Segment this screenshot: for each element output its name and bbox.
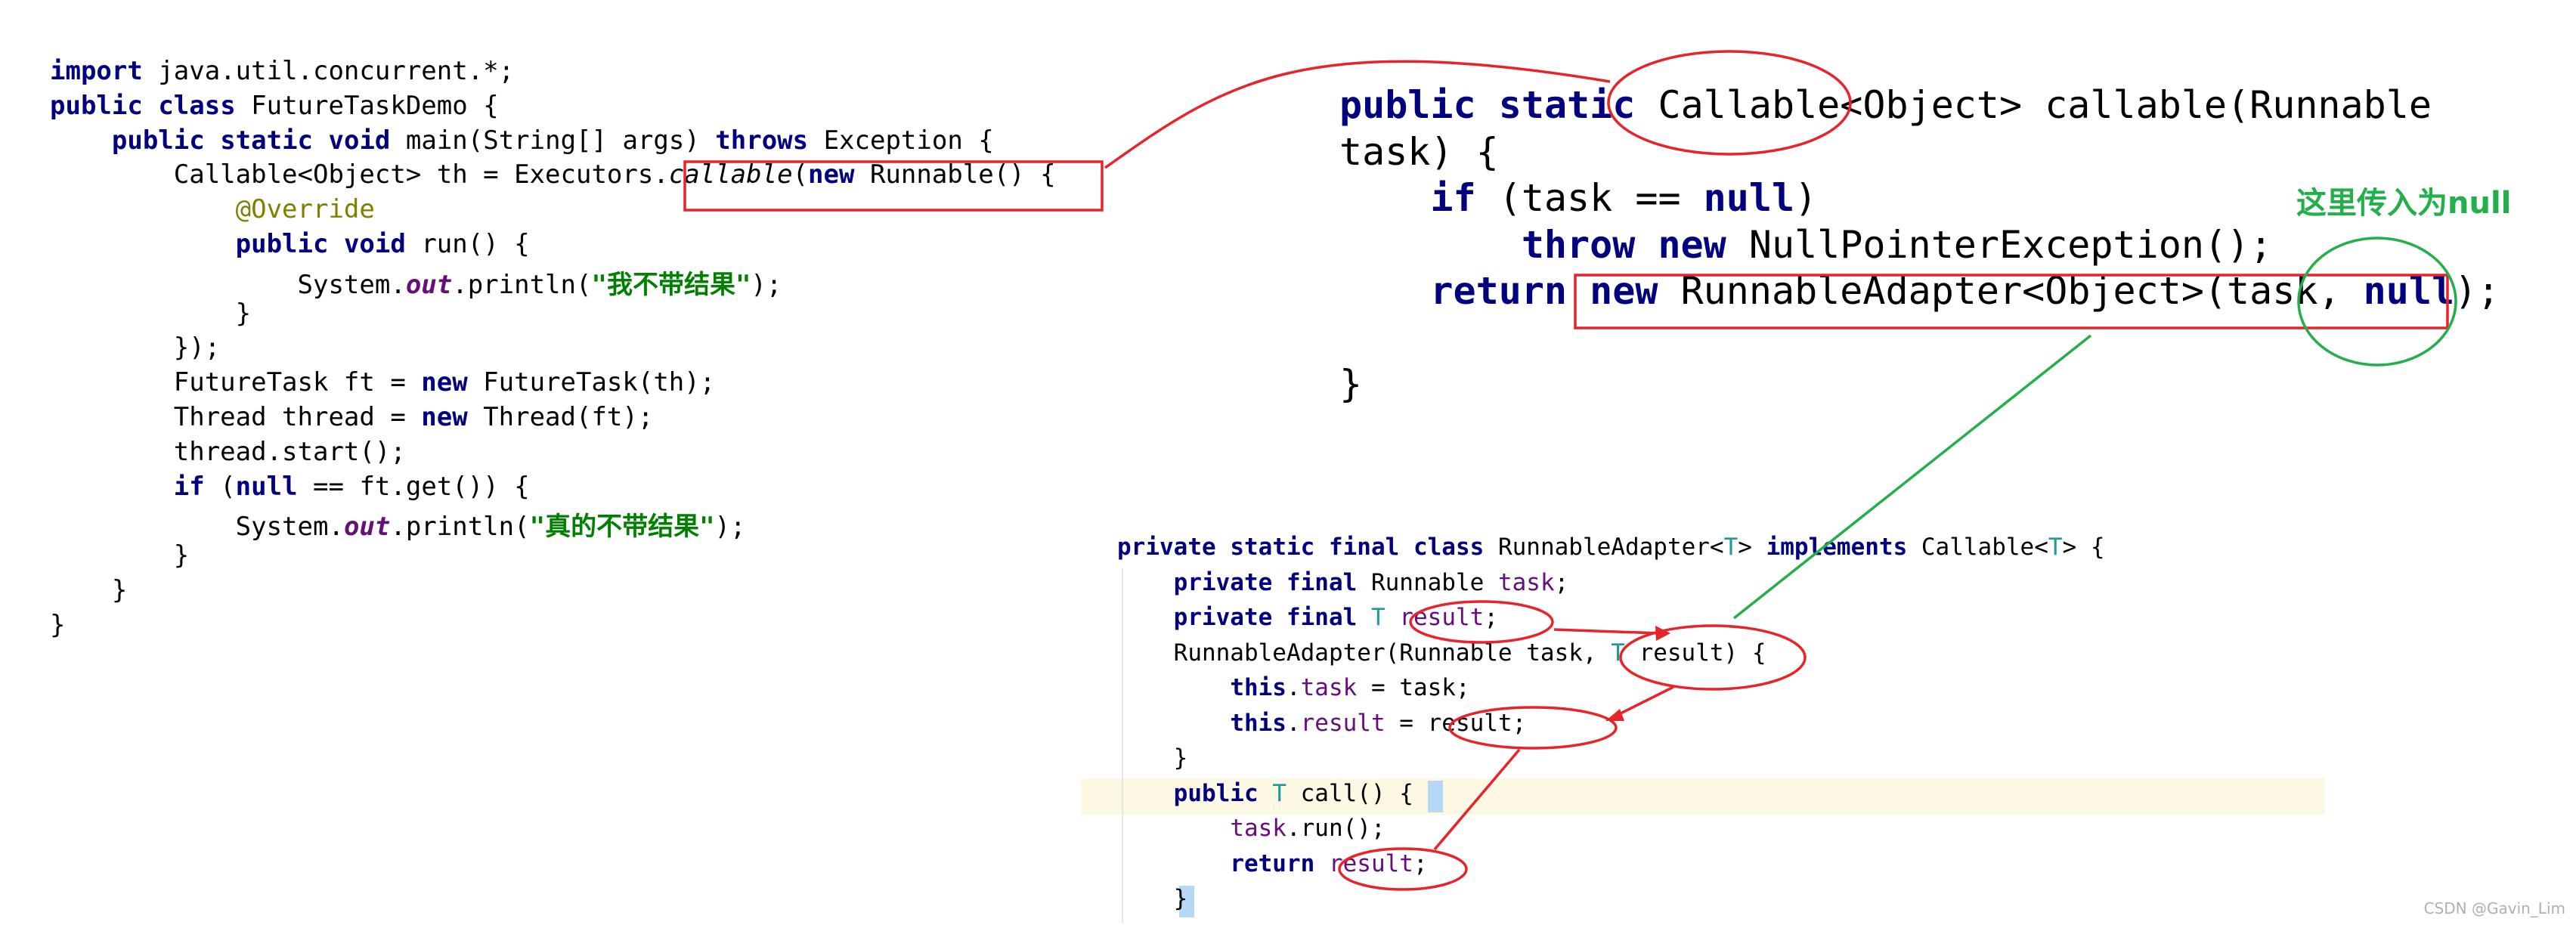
result-assign-ellipse <box>1448 706 1618 750</box>
annotation-overlay <box>683 50 2457 891</box>
callable-link-arrow <box>1104 60 1611 169</box>
null-ellipse <box>2297 237 2457 367</box>
field-to-param-arrow <box>1553 628 1661 635</box>
assign-to-return-arrow <box>1433 748 1521 851</box>
runnable-adapter-call-box <box>1574 274 2449 329</box>
result-field-ellipse <box>1409 600 1554 644</box>
param-to-assign-arrow <box>1614 685 1674 718</box>
callable-ellipse <box>1607 50 1852 156</box>
arrowhead <box>1655 626 1670 641</box>
arrowhead <box>1605 709 1624 721</box>
result-param-ellipse <box>1619 624 1807 691</box>
null-link-line <box>1732 334 2092 620</box>
result-return-ellipse <box>1338 847 1468 891</box>
callable-call-box <box>683 160 1104 212</box>
